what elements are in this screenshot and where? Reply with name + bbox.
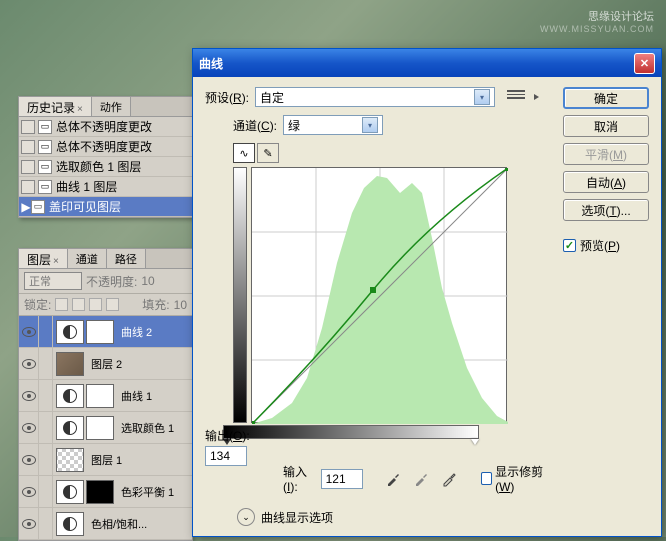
- output-input[interactable]: [205, 446, 247, 466]
- visibility-toggle[interactable]: [19, 380, 39, 411]
- tab-history[interactable]: 历史记录×: [19, 97, 92, 116]
- lock-position-icon[interactable]: [89, 298, 102, 311]
- channel-label: 通道(C):: [233, 117, 277, 134]
- eye-icon: [22, 423, 36, 433]
- preset-menu-icon[interactable]: [507, 90, 525, 104]
- smooth-button[interactable]: 平滑(M): [563, 143, 649, 165]
- history-panel: 历史记录× 动作 ▭总体不透明度更改 ▭总体不透明度更改 ▭选取颜色 1 图层 …: [18, 96, 193, 218]
- gray-eyedropper-icon[interactable]: [413, 471, 429, 487]
- layer-row[interactable]: 色彩平衡 1: [19, 476, 192, 508]
- output-gradient: [233, 167, 247, 423]
- opacity-label: 不透明度:: [86, 273, 137, 290]
- preset-select[interactable]: 自定▾: [255, 87, 495, 107]
- preview-checkbox[interactable]: ✓: [563, 239, 576, 252]
- layer-row[interactable]: 曲线 1: [19, 380, 192, 412]
- visibility-toggle[interactable]: [19, 508, 39, 539]
- pencil-tool-button[interactable]: ✎: [257, 143, 279, 163]
- layer-row[interactable]: 图层 2: [19, 348, 192, 380]
- watermark-text: 思缘设计论坛: [588, 8, 654, 24]
- title-bar[interactable]: 曲线 ✕: [193, 49, 661, 77]
- history-item[interactable]: ▶▭盖印可见图层: [19, 197, 192, 217]
- tab-paths[interactable]: 路径: [107, 249, 146, 268]
- curve-graph[interactable]: [251, 167, 507, 423]
- close-button[interactable]: ✕: [634, 53, 655, 74]
- visibility-toggle[interactable]: [19, 348, 39, 379]
- white-point-slider[interactable]: [471, 439, 479, 445]
- channel-select[interactable]: 绿▾: [283, 115, 383, 135]
- curves-dialog: 曲线 ✕ 预设(R): 自定▾ 通道(C): 绿▾ ∿ ✎: [192, 48, 662, 537]
- eye-icon: [22, 359, 36, 369]
- show-clipping-label: 显示修剪(W): [495, 463, 553, 494]
- layer-row[interactable]: 曲线 2: [19, 316, 192, 348]
- options-button[interactable]: 选项(T)...: [563, 199, 649, 221]
- preview-label: 预览(P): [580, 237, 620, 254]
- visibility-toggle[interactable]: [19, 444, 39, 475]
- layer-row[interactable]: 选取颜色 1: [19, 412, 192, 444]
- ok-button[interactable]: 确定: [563, 87, 649, 109]
- tab-actions[interactable]: 动作: [92, 97, 131, 116]
- visibility-toggle[interactable]: [19, 316, 39, 347]
- layer-name: 色彩平衡 1: [117, 484, 174, 500]
- eye-icon: [22, 391, 36, 401]
- history-item[interactable]: ▭总体不透明度更改: [19, 137, 192, 157]
- layer-name: 曲线 1: [117, 388, 152, 404]
- layer-name: 曲线 2: [117, 324, 152, 340]
- white-eyedropper-icon[interactable]: [441, 471, 457, 487]
- eye-icon: [22, 327, 36, 337]
- layer-name: 图层 1: [87, 452, 122, 468]
- fill-label: 填充:: [142, 296, 169, 313]
- black-eyedropper-icon[interactable]: [385, 471, 401, 487]
- display-options-label: 曲线显示选项: [261, 509, 333, 526]
- tab-layers[interactable]: 图层×: [19, 249, 68, 268]
- layer-row[interactable]: 图层 1: [19, 444, 192, 476]
- lock-all-icon[interactable]: [106, 298, 119, 311]
- chevron-down-icon: ▾: [474, 89, 490, 105]
- visibility-toggle[interactable]: [19, 476, 39, 507]
- lock-label: 锁定:: [24, 296, 51, 313]
- history-item[interactable]: ▭曲线 1 图层: [19, 177, 192, 197]
- lock-pixels-icon[interactable]: [72, 298, 85, 311]
- layer-name: 选取颜色 1: [117, 420, 174, 436]
- disclosure-button[interactable]: ⌄: [237, 508, 255, 526]
- eye-icon: [22, 487, 36, 497]
- layers-panel: 图层× 通道 路径 正常 不透明度: 10 锁定: 填充: 10 曲线 2 图层…: [18, 248, 193, 541]
- history-item[interactable]: ▭选取颜色 1 图层: [19, 157, 192, 177]
- watermark-url: WWW.MISSYUAN.COM: [540, 24, 654, 34]
- eye-icon: [22, 455, 36, 465]
- lock-transparent-icon[interactable]: [55, 298, 68, 311]
- visibility-toggle[interactable]: [19, 412, 39, 443]
- chevron-down-icon: ▾: [362, 117, 378, 133]
- show-clipping-checkbox[interactable]: [481, 472, 492, 485]
- dialog-title: 曲线: [199, 55, 634, 72]
- opacity-value[interactable]: 10: [141, 274, 154, 288]
- brush-icon: ▶: [21, 200, 31, 214]
- layer-name: 图层 2: [87, 356, 122, 372]
- curve-tool-button[interactable]: ∿: [233, 143, 255, 163]
- blend-mode-select[interactable]: 正常: [24, 272, 82, 290]
- fill-value[interactable]: 10: [174, 298, 187, 312]
- output-label: 输出(O):: [205, 427, 250, 444]
- layer-name: 色相/饱和...: [87, 516, 147, 532]
- cancel-button[interactable]: 取消: [563, 115, 649, 137]
- input-label: 输入(I):: [283, 463, 317, 494]
- tab-channels[interactable]: 通道: [68, 249, 107, 268]
- eye-icon: [22, 519, 36, 529]
- history-item[interactable]: ▭总体不透明度更改: [19, 117, 192, 137]
- layer-row[interactable]: 色相/饱和...: [19, 508, 192, 540]
- close-icon[interactable]: ×: [77, 104, 83, 115]
- input-input[interactable]: [321, 469, 363, 489]
- preset-label: 预设(R):: [205, 89, 249, 106]
- auto-button[interactable]: 自动(A): [563, 171, 649, 193]
- input-gradient: [223, 425, 479, 439]
